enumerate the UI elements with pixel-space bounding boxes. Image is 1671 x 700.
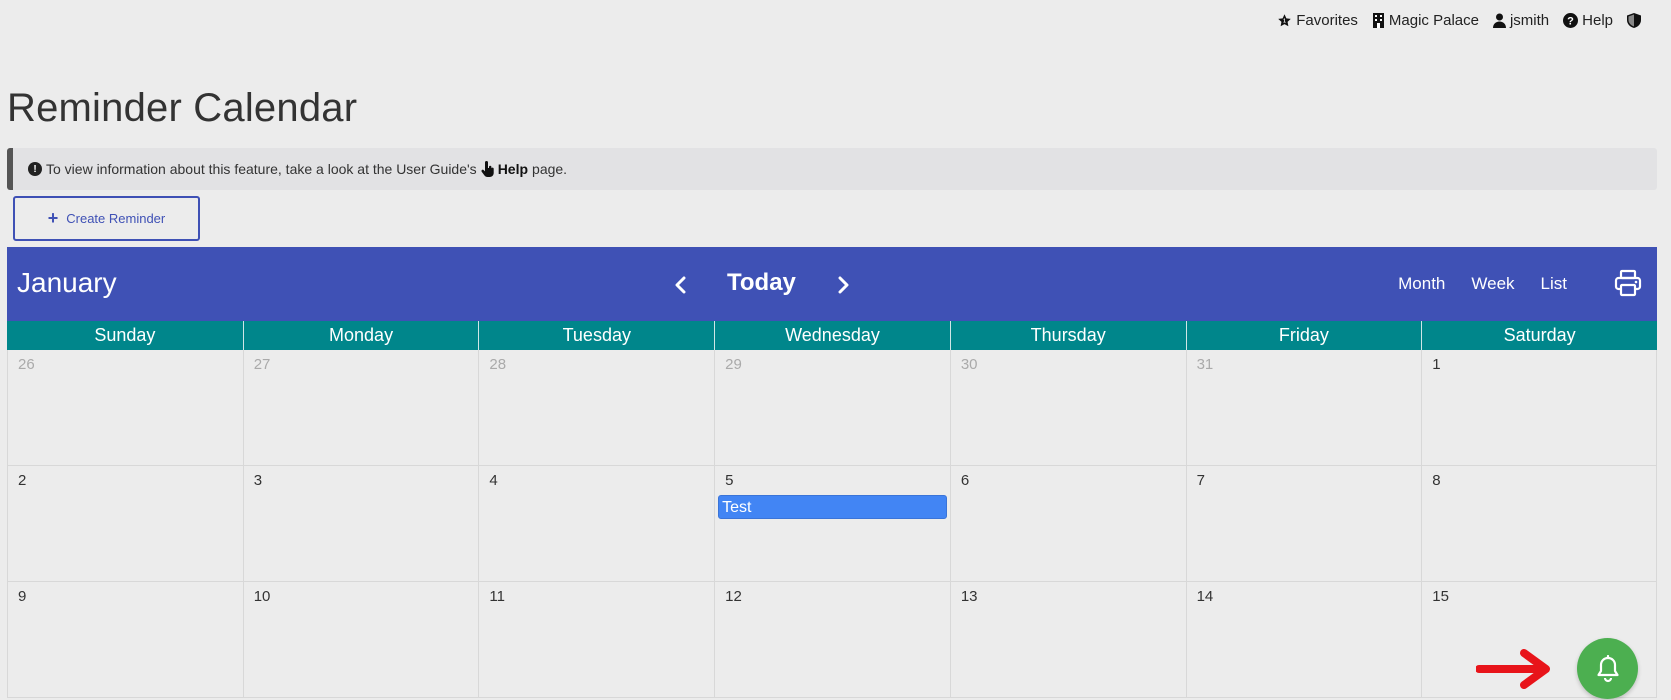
banner-text-after: page. <box>532 161 568 177</box>
day-number: 26 <box>18 356 35 373</box>
notifications-fab[interactable] <box>1577 638 1638 699</box>
weekday-header-row: Sunday Monday Tuesday Wednesday Thursday… <box>7 321 1657 350</box>
day-cell[interactable]: 5 Test <box>714 466 950 581</box>
nav-user-label: jsmith <box>1509 11 1550 29</box>
day-cell[interactable]: 31 <box>1185 350 1422 465</box>
nav-property[interactable]: Magic Palace <box>1372 12 1479 29</box>
day-number: 9 <box>18 588 27 605</box>
next-month-button[interactable] <box>829 271 857 299</box>
day-cell[interactable]: 26 <box>7 350 243 465</box>
svg-text:1: 1 <box>1283 18 1286 24</box>
create-reminder-button[interactable]: + Create Reminder <box>13 196 200 241</box>
day-cell[interactable]: 9 <box>7 582 243 697</box>
weekday-thursday: Thursday <box>949 321 1186 350</box>
weekday-monday: Monday <box>242 321 479 350</box>
top-nav: 1 Favorites Magic Palace jsmith ? Help <box>1277 10 1641 30</box>
day-cell[interactable]: 14 <box>1185 582 1422 697</box>
nav-help[interactable]: ? Help <box>1563 12 1613 29</box>
shield-icon <box>1627 12 1641 28</box>
weekday-wednesday: Wednesday <box>714 321 950 350</box>
star-icon: 1 <box>1278 13 1291 26</box>
banner-text: To view information about this feature, … <box>46 161 477 177</box>
weekday-friday: Friday <box>1185 321 1422 350</box>
print-button[interactable] <box>1614 269 1642 302</box>
day-cell[interactable]: 11 <box>478 582 714 697</box>
day-number: 2 <box>18 472 27 489</box>
view-switcher: Month Week List <box>1398 274 1567 294</box>
svg-text:?: ? <box>1567 15 1574 27</box>
day-number: 7 <box>1196 472 1205 489</box>
weekday-saturday: Saturday <box>1421 321 1657 350</box>
day-number: 27 <box>253 356 271 373</box>
banner-help-link[interactable]: Help <box>498 161 528 177</box>
printer-icon <box>1614 269 1642 297</box>
day-cell[interactable]: 30 <box>949 350 1186 465</box>
nav-shield[interactable] <box>1627 12 1641 28</box>
view-week-button[interactable]: Week <box>1471 274 1514 294</box>
day-cell[interactable]: 2 <box>7 466 243 581</box>
create-reminder-label: Create Reminder <box>66 211 166 226</box>
view-list-button[interactable]: List <box>1541 274 1567 294</box>
user-icon <box>1492 13 1506 28</box>
day-number: 15 <box>1432 588 1449 605</box>
prev-month-button[interactable] <box>667 271 695 299</box>
calendar-month-title: January <box>17 267 117 298</box>
day-number: 31 <box>1196 356 1214 373</box>
weekday-tuesday: Tuesday <box>478 321 714 350</box>
day-cell[interactable]: 8 <box>1421 466 1657 581</box>
calendar-week: 9 10 11 12 13 14 15 <box>7 582 1657 698</box>
day-number: 29 <box>725 356 742 373</box>
day-number: 1 <box>1432 356 1441 373</box>
day-cell[interactable]: 12 <box>714 582 950 697</box>
day-number: 10 <box>253 588 271 605</box>
nav-favorites[interactable]: 1 Favorites <box>1277 12 1358 29</box>
day-number: 28 <box>489 356 507 373</box>
day-cell[interactable]: 10 <box>242 582 479 697</box>
bell-icon <box>1596 654 1619 682</box>
info-icon: ! <box>28 162 42 176</box>
day-number: 14 <box>1196 588 1214 605</box>
day-cell[interactable]: 27 <box>242 350 479 465</box>
day-number: 30 <box>960 356 978 373</box>
calendar-grid: Sunday Monday Tuesday Wednesday Thursday… <box>7 321 1657 698</box>
day-number: 5 <box>725 472 734 489</box>
day-number: 8 <box>1432 472 1441 489</box>
nav-favorites-label: Favorites <box>1296 11 1358 29</box>
day-cell[interactable]: 7 <box>1185 466 1422 581</box>
chevron-left-icon <box>675 276 686 294</box>
weekday-sunday: Sunday <box>94 325 156 345</box>
day-cell[interactable]: 13 <box>949 582 1186 697</box>
day-number: 11 <box>489 588 505 605</box>
calendar-toolbar: January Today Month Week List <box>7 247 1657 321</box>
day-cell[interactable]: 4 <box>478 466 714 581</box>
plus-icon: + <box>47 207 59 228</box>
view-month-button[interactable]: Month <box>1398 274 1445 294</box>
day-number: 13 <box>960 588 978 605</box>
pointing-hand-icon <box>481 161 494 177</box>
calendar-week: 2 3 4 5 Test 6 7 8 <box>7 466 1657 582</box>
today-button[interactable]: Today <box>727 269 796 297</box>
day-cell[interactable]: 6 <box>949 466 1186 581</box>
question-circle-icon: ? <box>1563 12 1579 28</box>
calendar-event[interactable]: Test <box>718 495 947 519</box>
annotation-arrow-icon <box>1476 649 1550 689</box>
day-number: 6 <box>960 472 970 489</box>
calendar-week: 26 27 28 29 30 31 1 <box>7 350 1657 466</box>
day-cell[interactable]: 28 <box>478 350 714 465</box>
nav-help-label: Help <box>1582 11 1613 29</box>
day-number: 12 <box>725 588 742 605</box>
day-cell[interactable]: 3 <box>242 466 479 581</box>
day-cell[interactable]: 1 <box>1421 350 1657 465</box>
day-cell[interactable]: 29 <box>714 350 950 465</box>
nav-property-label: Magic Palace <box>1388 11 1479 29</box>
info-banner: ! To view information about this feature… <box>7 148 1657 190</box>
nav-user[interactable]: jsmith <box>1492 11 1550 29</box>
chevron-right-icon <box>838 276 849 294</box>
page-title: Reminder Calendar <box>7 86 358 130</box>
building-icon <box>1372 12 1384 28</box>
day-number: 3 <box>253 472 263 489</box>
day-number: 4 <box>489 472 498 489</box>
